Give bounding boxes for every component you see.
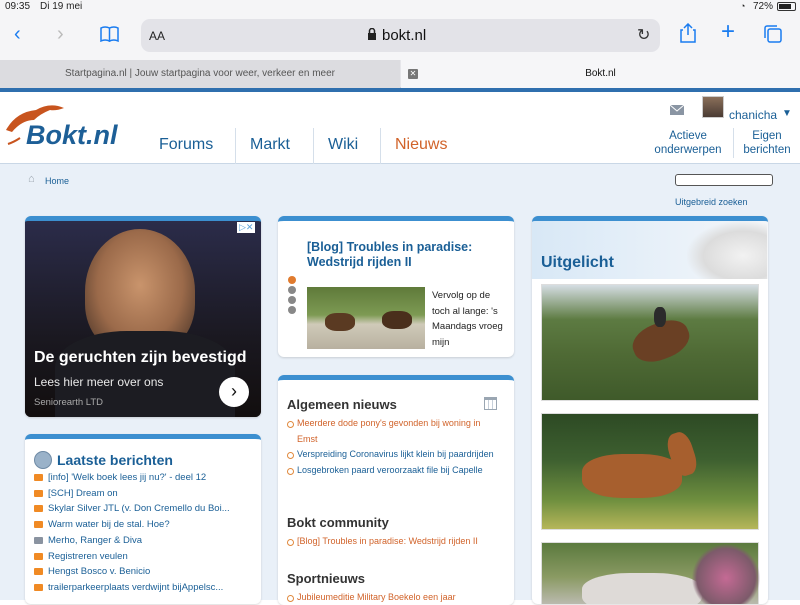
new-tab-icon[interactable]: + — [721, 20, 735, 44]
status-bar: 09:35 Di 19 mei ◔ 72% — [0, 0, 800, 14]
calendar-icon[interactable] — [484, 397, 497, 410]
nav-nieuws[interactable]: Nieuws — [395, 136, 447, 154]
list-item[interactable]: [SCH] Dream on — [34, 486, 256, 502]
featured-title: Uitgelicht — [541, 254, 614, 271]
nav-divider — [235, 128, 236, 164]
nav-divider — [380, 128, 381, 164]
text-size-button[interactable]: AA — [149, 29, 165, 43]
featured-image[interactable] — [541, 413, 759, 530]
general-news-list: Meerdere dode pony's gevonden bij woning… — [287, 416, 499, 478]
latest-posts-panel: Laatste berichten [info] 'Welk boek lees… — [25, 434, 261, 604]
ad-subtext: Lees hier meer over ons — [34, 375, 164, 389]
news-panel: Algemeen nieuws Meerdere dode pony's gev… — [278, 375, 514, 605]
blog-card[interactable]: [Blog] Troubles in paradise: Wedstrijd r… — [278, 216, 514, 357]
tab-startpagina[interactable]: Startpagina.nl | Jouw startpagina voor w… — [0, 60, 400, 88]
mail-icon[interactable] — [669, 102, 685, 115]
blog-title[interactable]: [Blog] Troubles in paradise: Wedstrijd r… — [307, 240, 507, 270]
blog-image — [307, 287, 425, 349]
general-news-title: Algemeen nieuws — [287, 397, 397, 412]
flowers-shape — [692, 543, 760, 604]
web-page: Bokt.nl Forums Markt Wiki Nieuws chanich… — [0, 88, 800, 605]
tabs-overview-icon[interactable] — [763, 24, 783, 44]
community-list: [Blog] Troubles in paradise: Wedstrijd r… — [287, 534, 499, 550]
list-item[interactable]: Merho, Ranger & Diva — [34, 533, 256, 549]
featured-image[interactable] — [541, 542, 760, 604]
back-icon[interactable]: ‹ — [14, 23, 21, 46]
avatar[interactable] — [702, 96, 724, 118]
status-date: Di 19 mei — [40, 1, 83, 12]
news-item[interactable]: Jubileumeditie Military Boekelo een jaar — [287, 590, 499, 605]
carousel-dot-active[interactable] — [288, 276, 296, 284]
news-item[interactable]: Meerdere dode pony's gevonden bij woning… — [287, 416, 499, 447]
close-tab-icon[interactable]: ✕ — [408, 69, 418, 79]
tab-title: Startpagina.nl | Jouw startpagina voor w… — [65, 68, 335, 79]
bookmarks-icon[interactable] — [100, 26, 119, 43]
ad-choices-icon[interactable]: ▷✕ — [237, 222, 256, 233]
latest-posts-list: [info] 'Welk boek lees jij nu?' - deel 1… — [34, 470, 256, 596]
wifi-icon: ◔ — [740, 1, 746, 11]
username[interactable]: chanicha — [729, 108, 777, 122]
share-icon[interactable] — [680, 22, 696, 43]
horse-shape — [582, 573, 702, 604]
news-item[interactable]: Verspreiding Coronavirus lijkt klein bij… — [287, 447, 499, 463]
battery-percentage: 72% — [753, 1, 774, 12]
address-bar[interactable]: AA bokt.nl ↻ — [141, 19, 660, 52]
browser-toolbar: ‹ › AA bokt.nl ↻ + — [0, 14, 800, 60]
rider-shape — [654, 307, 666, 327]
ad-arrow-button[interactable]: › — [219, 377, 249, 407]
featured-image[interactable] — [541, 284, 759, 401]
latest-posts-title: Laatste berichten — [57, 452, 173, 468]
blog-excerpt: Vervolg op de toch al lange: 's Maandags… — [432, 290, 503, 348]
site-header: Bokt.nl Forums Markt Wiki Nieuws chanich… — [0, 92, 800, 164]
horse-shape — [382, 311, 412, 329]
horse-shape — [325, 313, 355, 331]
advertisement[interactable]: ▷✕ De geruchten zijn bevestigd Lees hier… — [25, 216, 261, 417]
list-item[interactable]: Warm water bij de stal. Hoe? — [34, 517, 256, 533]
list-item[interactable]: Hengst Bosco v. Benicio — [34, 564, 256, 580]
horse-head-decoration — [687, 221, 767, 279]
sport-news-title: Sportnieuws — [287, 571, 366, 586]
community-title: Bokt community — [287, 515, 389, 530]
search-input[interactable] — [675, 174, 773, 186]
sport-news-list: Jubileumeditie Military Boekelo een jaar — [287, 590, 499, 605]
breadcrumb-home[interactable]: Home — [45, 176, 69, 186]
status-time: 09:35 — [5, 1, 31, 12]
lock-icon — [367, 27, 377, 40]
nav-forums[interactable]: Forums — [159, 136, 213, 154]
list-item[interactable]: Registreren veulen — [34, 549, 256, 565]
forward-icon[interactable]: › — [57, 23, 64, 46]
nav-divider — [733, 128, 734, 158]
carousel-dot[interactable] — [288, 286, 296, 294]
latest-posts-icon — [34, 451, 52, 469]
reload-icon[interactable]: ↻ — [637, 25, 650, 45]
tab-bokt[interactable]: ✕ Bokt.nl — [401, 60, 800, 88]
user-menu-chevron-icon[interactable]: ▼ — [782, 108, 792, 119]
list-item[interactable]: Skylar Silver JTL (v. Don Cremello du Bo… — [34, 501, 256, 517]
nav-divider — [313, 128, 314, 164]
featured-panel: Uitgelicht — [532, 216, 768, 604]
news-item[interactable]: [Blog] Troubles in paradise: Wedstrijd r… — [287, 534, 499, 550]
url-text: bokt.nl — [382, 27, 427, 44]
carousel-dot[interactable] — [288, 306, 296, 314]
logo-text: Bokt.nl — [26, 120, 118, 150]
horse-shape — [582, 454, 682, 498]
tab-bar: Startpagina.nl | Jouw startpagina voor w… — [0, 60, 800, 88]
carousel-dot[interactable] — [288, 296, 296, 304]
own-posts-link[interactable]: Eigen berichten — [737, 129, 797, 157]
ad-source: Seniorearth LTD — [34, 397, 103, 408]
nav-markt[interactable]: Markt — [250, 136, 290, 154]
list-item[interactable]: [info] 'Welk boek lees jij nu?' - deel 1… — [34, 470, 256, 486]
ad-headline: De geruchten zijn bevestigd — [34, 349, 247, 366]
advanced-search-link[interactable]: Uitgebreid zoeken — [675, 197, 748, 207]
active-topics-link[interactable]: Actieve onderwerpen — [648, 129, 728, 157]
battery-icon — [777, 2, 796, 11]
home-icon[interactable]: ⌂ — [28, 173, 35, 185]
list-item[interactable]: trailerparkeerplaats verdwijnt bijAppels… — [34, 580, 256, 596]
nav-wiki[interactable]: Wiki — [328, 136, 358, 154]
tab-title: Bokt.nl — [585, 68, 616, 79]
news-item[interactable]: Losgebroken paard veroorzaakt file bij C… — [287, 463, 499, 479]
site-logo[interactable]: Bokt.nl — [4, 98, 144, 156]
